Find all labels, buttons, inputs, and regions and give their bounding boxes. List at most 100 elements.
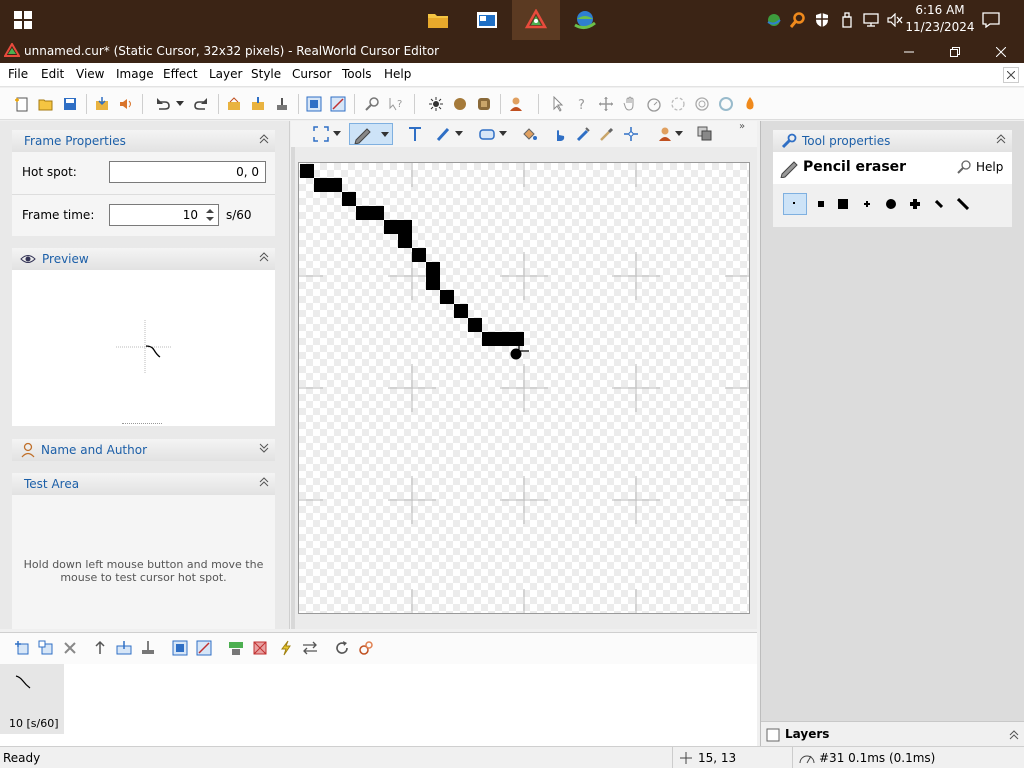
color-tool[interactable] xyxy=(655,124,675,144)
minimize-button[interactable] xyxy=(886,40,932,63)
busy-cursor-button[interactable] xyxy=(692,94,712,114)
new-button[interactable] xyxy=(12,94,32,114)
frame-thumbnail[interactable]: 10 [s/60] xyxy=(0,664,64,734)
selection-tool[interactable] xyxy=(311,124,331,144)
shape-tool[interactable] xyxy=(477,124,497,144)
cut-button[interactable] xyxy=(224,94,244,114)
paste-button[interactable] xyxy=(272,94,292,114)
layers-header[interactable]: Layers xyxy=(761,721,1024,746)
redo-button[interactable] xyxy=(192,94,212,114)
spin-cursor-button[interactable] xyxy=(668,94,688,114)
menu-cursor[interactable]: Cursor xyxy=(292,67,331,81)
clock-cursor-button[interactable] xyxy=(644,94,664,114)
frametime-spinner[interactable] xyxy=(202,205,218,225)
close-document-button[interactable] xyxy=(1003,67,1019,83)
brush-dropdown[interactable] xyxy=(453,124,465,144)
color-dropdown[interactable] xyxy=(673,124,685,144)
taskbar-idm[interactable] xyxy=(561,0,609,40)
brush-diagonal-large[interactable] xyxy=(951,193,975,215)
import-frame-button[interactable] xyxy=(114,638,134,658)
import-button[interactable] xyxy=(92,94,112,114)
clear-frames-button[interactable] xyxy=(250,638,270,658)
brush-dot-1[interactable] xyxy=(783,193,807,215)
tray-security[interactable] xyxy=(813,0,831,40)
resize-button[interactable] xyxy=(304,94,324,114)
brush-diagonal-small[interactable] xyxy=(927,193,951,215)
export-frame-button[interactable] xyxy=(138,638,158,658)
menu-tools[interactable]: Tools xyxy=(342,67,372,81)
brush-circle[interactable] xyxy=(879,193,903,215)
brush-plus-large[interactable] xyxy=(903,193,927,215)
taskbar-file-explorer[interactable] xyxy=(414,0,462,40)
smudge-tool[interactable] xyxy=(549,124,569,144)
delete-frame-button[interactable] xyxy=(60,638,80,658)
close-button[interactable] xyxy=(978,40,1024,63)
canvas-frames-button[interactable] xyxy=(194,638,214,658)
brush-tool[interactable] xyxy=(433,124,453,144)
menu-effect[interactable]: Effect xyxy=(163,67,198,81)
collapse-up-icon[interactable] xyxy=(1009,729,1019,743)
flame-cursor-button[interactable] xyxy=(740,94,760,114)
expand-down-icon[interactable] xyxy=(259,439,269,461)
help-button[interactable]: Help xyxy=(956,157,1003,177)
menu-file[interactable]: File xyxy=(8,67,28,81)
menu-edit[interactable]: Edit xyxy=(41,67,64,81)
taskbar-window-app[interactable] xyxy=(463,0,511,40)
pencil-eraser-tool[interactable] xyxy=(349,123,393,145)
duplicate-frame-button[interactable] xyxy=(36,638,56,658)
start-button[interactable] xyxy=(0,0,46,40)
resize-grip[interactable] xyxy=(122,423,162,426)
selection-dropdown[interactable] xyxy=(331,124,343,144)
menu-style[interactable]: Style xyxy=(251,67,281,81)
name-author-header[interactable]: Name and Author xyxy=(12,439,275,461)
tray-app-icon[interactable] xyxy=(765,0,783,40)
resize-frames-button[interactable] xyxy=(170,638,190,658)
effect-frames-button[interactable] xyxy=(276,638,296,658)
collapse-up-icon[interactable] xyxy=(996,130,1006,152)
action-center[interactable] xyxy=(978,0,1004,40)
move-frame-up-button[interactable] xyxy=(90,638,110,658)
undo-dropdown[interactable] xyxy=(174,94,186,114)
brightness-button[interactable] xyxy=(426,94,446,114)
author-button[interactable] xyxy=(506,94,526,114)
splitter[interactable] xyxy=(291,147,295,629)
zoom-button[interactable] xyxy=(362,94,382,114)
collapse-up-icon[interactable] xyxy=(259,248,269,270)
tray-search-tool[interactable] xyxy=(789,0,807,40)
tool-properties-header[interactable]: Tool properties xyxy=(773,130,1012,152)
hotspot-tool[interactable] xyxy=(621,124,641,144)
save-button[interactable] xyxy=(60,94,80,114)
taskbar-cursor-editor[interactable] xyxy=(512,0,560,40)
copy-button[interactable] xyxy=(248,94,268,114)
retouch-tool[interactable] xyxy=(573,124,593,144)
layer-tool[interactable] xyxy=(695,124,715,144)
brush-square-large[interactable] xyxy=(831,193,855,215)
frame-properties-header[interactable]: Frame Properties xyxy=(12,130,275,152)
bevel-button[interactable] xyxy=(474,94,494,114)
collapse-up-icon[interactable] xyxy=(259,473,269,495)
refresh-button[interactable] xyxy=(332,638,352,658)
ring-cursor-button[interactable] xyxy=(716,94,736,114)
insert-frame-button[interactable] xyxy=(12,638,32,658)
move-cursor-button[interactable] xyxy=(596,94,616,114)
canvas-size-button[interactable] xyxy=(328,94,348,114)
test-area-header[interactable]: Test Area xyxy=(12,473,275,495)
sound-button[interactable] xyxy=(116,94,136,114)
shape-dropdown[interactable] xyxy=(497,124,509,144)
test-area-body[interactable]: Hold down left mouse button and move the… xyxy=(12,495,275,629)
hand-cursor-button[interactable] xyxy=(620,94,640,114)
preview-header[interactable]: Preview xyxy=(12,248,275,270)
swap-frames-button[interactable] xyxy=(300,638,320,658)
text-tool[interactable] xyxy=(405,124,425,144)
brush-square-small[interactable] xyxy=(809,193,833,215)
fill-tool[interactable] xyxy=(519,124,539,144)
menu-view[interactable]: View xyxy=(76,67,104,81)
hotspot-input[interactable]: 0, 0 xyxy=(109,161,266,183)
menu-image[interactable]: Image xyxy=(116,67,154,81)
collapse-up-icon[interactable] xyxy=(259,130,269,152)
menu-layer[interactable]: Layer xyxy=(209,67,242,81)
merge-frames-button[interactable] xyxy=(226,638,246,658)
pixel-canvas[interactable] xyxy=(298,162,750,614)
menu-help[interactable]: Help xyxy=(384,67,411,81)
tray-usb[interactable] xyxy=(838,0,856,40)
